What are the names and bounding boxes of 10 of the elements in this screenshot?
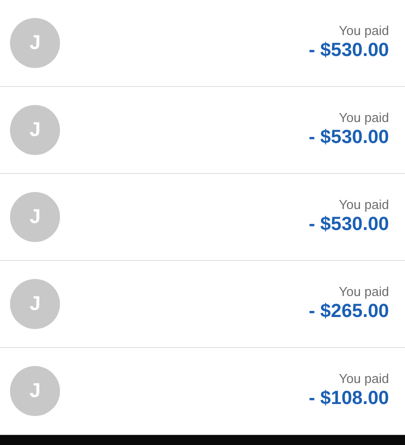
payment-label: You paid	[338, 284, 389, 300]
payment-label: You paid	[338, 371, 389, 388]
payment-label: You paid	[338, 197, 389, 214]
payment-label: You paid	[338, 110, 389, 126]
payment-label: You paid	[338, 23, 389, 40]
payment-amount: - $108.00	[308, 387, 389, 411]
payment-amount: - $265.00	[308, 300, 389, 324]
payment-amount: - $530.00	[308, 126, 389, 150]
payment-amount: - $530.00	[308, 39, 389, 63]
payment-amount: - $530.00	[308, 213, 389, 237]
